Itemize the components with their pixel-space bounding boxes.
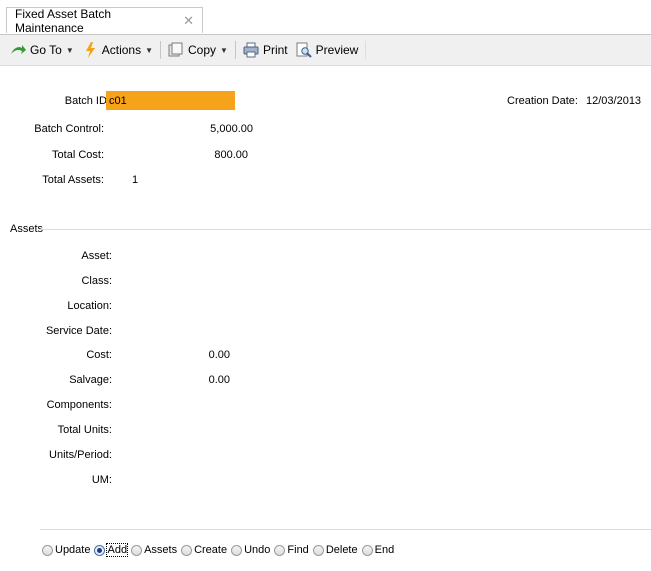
actions-label: Actions <box>101 43 142 57</box>
radio-undo[interactable]: Undo <box>231 544 270 556</box>
printer-icon <box>243 42 259 58</box>
lightning-icon <box>82 42 98 58</box>
mode-radio-group: Update Add Assets Create Undo Find Delet… <box>42 543 398 557</box>
total-cost-label: Total Cost: <box>52 149 104 161</box>
tab-strip: Fixed Asset Batch Maintenance ✕ <box>0 0 651 35</box>
service-date-label: Service Date: <box>45 325 112 337</box>
preview-label: Preview <box>315 43 359 57</box>
cost-label: Cost: <box>86 349 112 361</box>
creation-date-label: Creation Date: <box>507 95 578 107</box>
toolbar-separator <box>365 41 367 59</box>
preview-button[interactable]: Preview <box>292 39 363 61</box>
actions-button[interactable]: Actions ▼ <box>78 39 157 61</box>
radio-label: Create <box>194 544 228 556</box>
radio-button[interactable] <box>131 544 143 556</box>
chevron-down-icon: ▼ <box>65 45 74 55</box>
goto-button[interactable]: Go To ▼ <box>6 39 78 61</box>
radio-label: Add <box>106 543 129 557</box>
toolbar-separator <box>160 41 162 59</box>
total-cost-value: 800.00 <box>214 149 248 161</box>
radio-label: Find <box>287 544 309 556</box>
toolbar: Go To ▼ Actions ▼ Copy ▼ Print Preview <box>0 34 651 66</box>
tab-title: Fixed Asset Batch Maintenance <box>15 6 112 35</box>
print-button[interactable]: Print <box>239 39 292 61</box>
batch-id-input[interactable] <box>106 91 235 110</box>
radio-find[interactable]: Find <box>274 544 309 556</box>
radio-label: End <box>374 544 395 556</box>
radio-dot <box>97 547 103 553</box>
radio-update[interactable]: Update <box>42 544 90 556</box>
radio-end[interactable]: End <box>361 544 395 556</box>
radio-button-selected[interactable] <box>94 544 106 556</box>
class-label: Class: <box>81 275 112 287</box>
radio-label: Assets <box>144 544 178 556</box>
units-period-label: Units/Period: <box>49 449 112 461</box>
preview-icon <box>296 42 312 58</box>
copy-button[interactable]: Copy ▼ <box>164 39 232 61</box>
batch-control-value: 5,000.00 <box>210 123 253 135</box>
chevron-down-icon: ▼ <box>145 45 154 55</box>
um-label: UM: <box>91 474 112 486</box>
salvage-value: 0.00 <box>208 374 230 386</box>
radio-button[interactable] <box>181 544 193 556</box>
total-assets-value: 1 <box>132 174 139 186</box>
batch-control-label: Batch Control: <box>34 123 104 135</box>
total-assets-label: Total Assets: <box>42 174 104 186</box>
batch-id-label: Batch ID: <box>64 95 110 107</box>
copy-label: Copy <box>188 43 217 57</box>
radio-delete[interactable]: Delete <box>312 544 358 556</box>
radio-button[interactable] <box>42 544 53 556</box>
chevron-down-icon: ▼ <box>220 45 228 55</box>
divider <box>40 529 651 530</box>
radio-add[interactable]: Add <box>94 543 129 557</box>
radio-label: Undo <box>244 544 271 556</box>
radio-label: Delete <box>325 544 358 556</box>
radio-button[interactable] <box>274 544 286 556</box>
total-units-label: Total Units: <box>57 424 112 436</box>
arrow-icon <box>10 42 26 58</box>
divider <box>40 229 651 230</box>
asset-label: Asset: <box>81 250 112 262</box>
toolbar-separator <box>234 41 236 59</box>
radio-button[interactable] <box>361 544 373 556</box>
copy-icon <box>168 42 184 58</box>
close-icon[interactable]: ✕ <box>183 13 194 29</box>
tab-fixed-asset-batch-maintenance[interactable]: Fixed Asset Batch Maintenance ✕ <box>6 6 203 35</box>
location-label: Location: <box>67 300 112 312</box>
batch-form: Batch ID: Creation Date: 12/03/2013 Batc… <box>0 66 651 571</box>
radio-button[interactable] <box>312 544 324 556</box>
creation-date-value: 12/03/2013 <box>586 95 642 107</box>
salvage-label: Salvage: <box>69 374 112 386</box>
radio-button[interactable] <box>231 544 243 556</box>
radio-assets[interactable]: Assets <box>131 544 177 556</box>
assets-section-title: Assets <box>10 223 44 235</box>
goto-label: Go To <box>30 43 62 57</box>
radio-label: Update <box>55 544 91 556</box>
components-label: Components: <box>46 399 112 411</box>
print-label: Print <box>262 43 288 57</box>
radio-create[interactable]: Create <box>181 544 227 556</box>
cost-value: 0.00 <box>208 349 230 361</box>
